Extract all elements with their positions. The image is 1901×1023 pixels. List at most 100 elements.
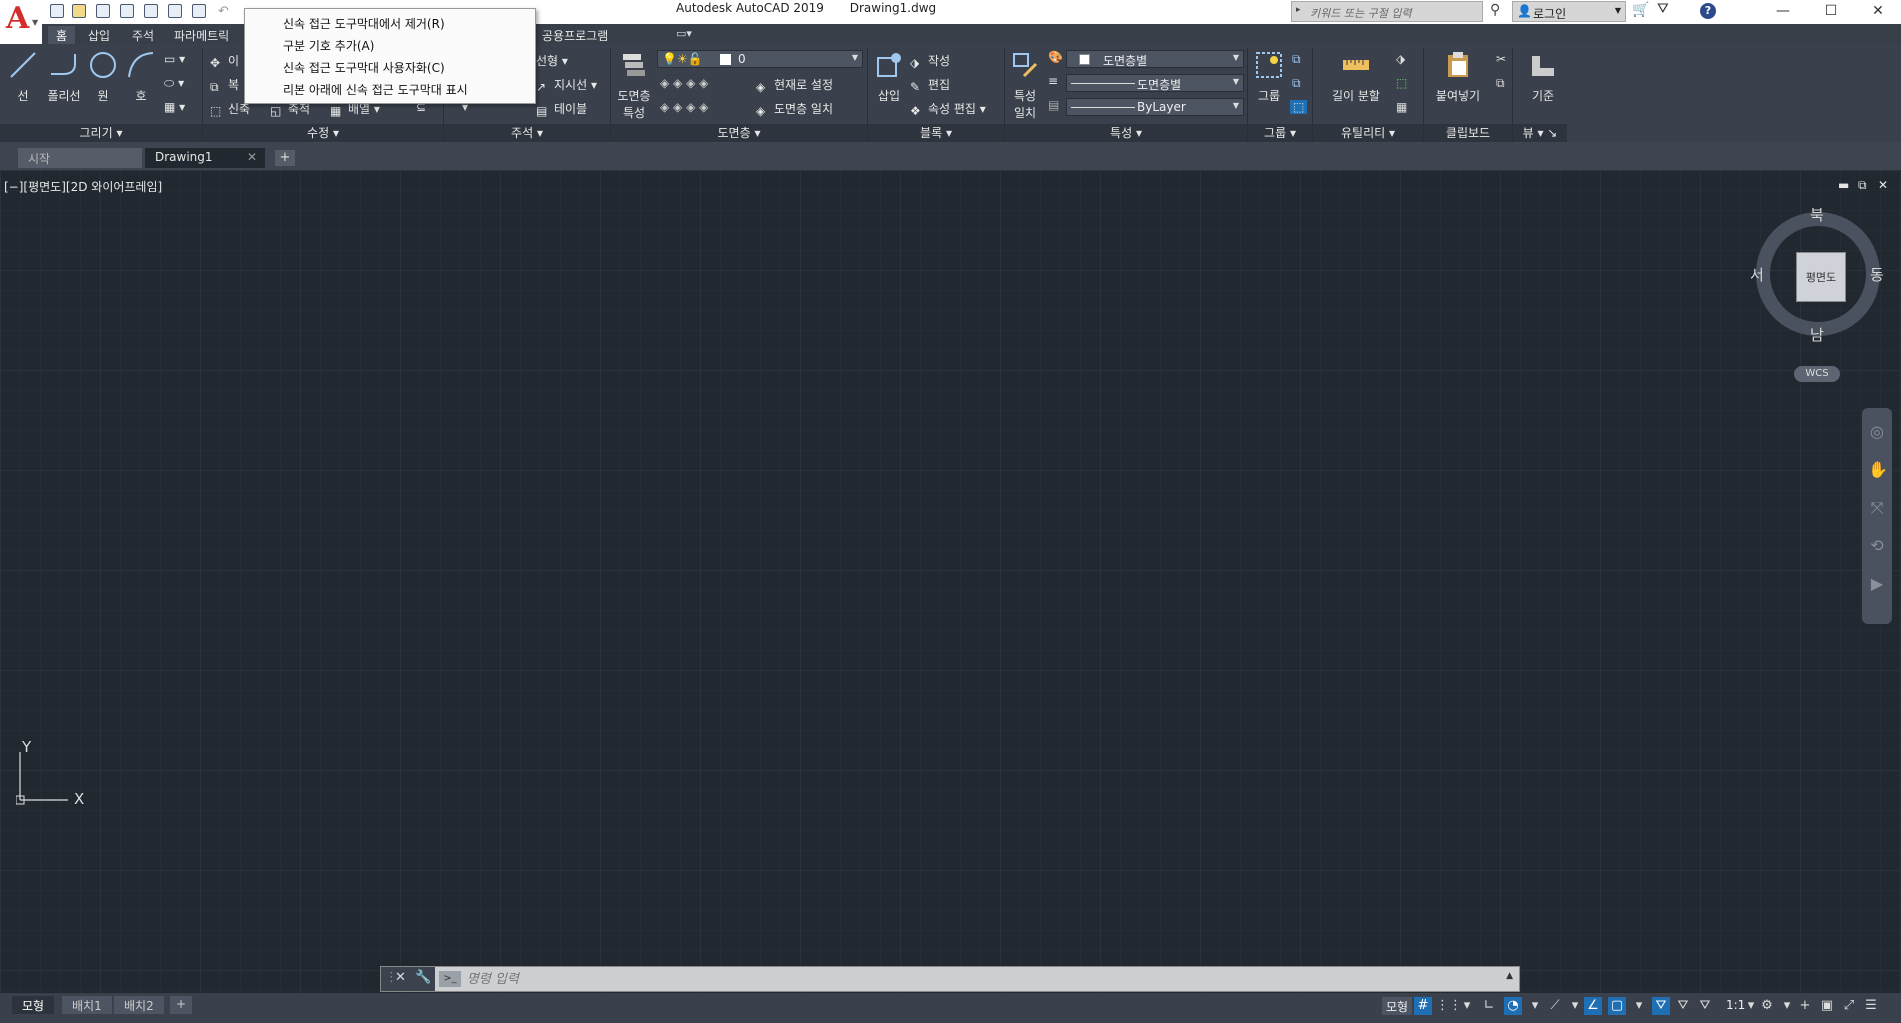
create-block-button[interactable]: ⬗ 작성 <box>910 52 950 70</box>
object-snap-icon[interactable]: ▢ <box>1608 997 1626 1015</box>
plot-icon[interactable] <box>192 4 208 20</box>
panel-toggle-icon[interactable]: ▭▾ <box>676 27 692 40</box>
pan-icon[interactable]: ✋ <box>1868 460 1888 479</box>
base-view-button[interactable]: 기준 <box>1518 50 1568 104</box>
match-layer-button[interactable]: ◈ 도면층 일치 <box>756 100 833 118</box>
layout-tab-2[interactable]: 배치2 <box>114 996 164 1014</box>
close-button[interactable]: ✕ <box>1855 0 1901 24</box>
binoculars-icon[interactable]: ⚲ <box>1490 2 1500 18</box>
clipboard-panel-title[interactable]: 클립보드 <box>1424 124 1512 142</box>
search-field[interactable]: ▸ 키워드 또는 구절 입력 <box>1291 1 1483 22</box>
linetype-dropdown[interactable]: 도면층별 ▼ <box>1066 74 1244 92</box>
grid-icon[interactable]: # <box>1414 997 1432 1015</box>
compass-east[interactable]: 동 <box>1870 264 1884 285</box>
layout-tab-model[interactable]: 모형 <box>12 996 55 1014</box>
ortho-icon[interactable]: ∟ <box>1480 997 1498 1015</box>
group-selection-icon[interactable]: ⬚ <box>1290 100 1308 114</box>
annotation-panel-title[interactable]: 주석 ▾ <box>444 124 610 142</box>
new-tab-button[interactable]: + <box>275 150 295 166</box>
hatch-icon[interactable]: ⬭ ▾ <box>164 76 184 91</box>
properties-panel-title[interactable]: 특성 ▾ <box>1005 124 1247 142</box>
drawing-canvas[interactable]: [−][평면도][2D 와이어프레임] ▬ ⧉ ✕ 평면도 북 남 동 서 WC… <box>0 170 1901 993</box>
layers-panel-title[interactable]: 도면층 ▾ <box>611 124 867 142</box>
ungroup-icon[interactable]: ⧉ <box>1292 52 1301 67</box>
rectangle-icon[interactable]: ▭ ▾ <box>164 52 185 66</box>
view-panel-title[interactable]: 뷰 ▾ ↘ <box>1513 124 1567 142</box>
viewcube-top-face[interactable]: 평면도 <box>1796 252 1846 302</box>
cart-icon[interactable]: 🛒 <box>1632 2 1649 18</box>
tab-start[interactable]: 시작 <box>18 148 142 168</box>
lineweight-dropdown[interactable]: ByLayer ▼ <box>1066 98 1244 116</box>
make-current-button[interactable]: ◈ 현재로 설정 <box>756 76 833 94</box>
gradient-icon[interactable]: ▦ ▾ <box>164 100 185 114</box>
customization-icon[interactable]: ☰ <box>1862 997 1880 1015</box>
layer-tools-row-1[interactable]: ◈ ◈ ◈ ◈ <box>660 76 708 90</box>
tab-home[interactable]: 홈 <box>48 26 76 44</box>
compass-west[interactable]: 서 <box>1750 264 1764 285</box>
select-all-icon[interactable]: ⬚ <box>1396 76 1407 90</box>
color-dropdown[interactable]: 도면층별 ▼ <box>1066 50 1244 68</box>
menu-item-show-below-ribbon[interactable]: 리본 아래에 신속 접근 도구막대 표시 <box>283 81 468 98</box>
draw-panel-title[interactable]: 그리기 ▾ <box>0 124 202 142</box>
viewport-minimize-icon[interactable]: ▬ <box>1838 178 1849 192</box>
steering-wheel-icon[interactable]: ◎ <box>1868 422 1886 441</box>
annotation-monitor-icon[interactable]: + <box>1796 997 1814 1015</box>
auto-scale-icon[interactable]: ⛛ <box>1674 997 1692 1015</box>
compass-north[interactable]: 북 <box>1810 204 1824 225</box>
chevron-down-icon[interactable]: ▾ <box>1458 997 1476 1015</box>
web-mobile-save-icon[interactable] <box>168 4 184 20</box>
layer-properties-button[interactable]: 도면층 특성 <box>614 50 654 121</box>
modify-panel-title[interactable]: 수정 ▾ <box>203 124 443 142</box>
line-button[interactable]: 선 <box>8 50 38 104</box>
viewport-controls-label[interactable]: [−][평면도][2D 와이어프레임] <box>4 178 162 195</box>
insert-block-button[interactable]: 삽입 <box>872 50 906 104</box>
hardware-acceleration-icon[interactable]: ▣ <box>1818 997 1836 1015</box>
help-icon[interactable]: ? <box>1700 3 1716 19</box>
save-icon[interactable] <box>96 4 112 20</box>
compass-south[interactable]: 남 <box>1810 324 1824 345</box>
tab-insert[interactable]: 삽입 <box>80 26 118 44</box>
minimize-button[interactable]: — <box>1760 0 1806 24</box>
match-properties-button[interactable]: 특성 일치 <box>1008 50 1042 121</box>
wcs-menu[interactable]: WCS <box>1794 366 1840 382</box>
circle-button[interactable]: 원 <box>88 50 118 104</box>
maximize-button[interactable]: ☐ <box>1808 0 1854 24</box>
menu-item-remove-from-qat[interactable]: 신속 접근 도구막대에서 제거(R) <box>283 15 445 32</box>
edit-attributes-button[interactable]: ❖ 속성 편집 ▾ <box>910 100 986 118</box>
table-button[interactable]: ▤ 테이블 <box>536 100 587 118</box>
add-layout-button[interactable]: + <box>170 996 193 1014</box>
tab-annotate[interactable]: 주석 <box>124 26 162 44</box>
command-input[interactable] <box>441 968 1481 990</box>
group-edit-icon[interactable]: ⧉ <box>1292 76 1301 91</box>
login-button[interactable]: 👤 로그인 ▼ <box>1512 1 1626 22</box>
layer-tools-row-2[interactable]: ◈ ◈ ◈ ◈ <box>660 100 708 114</box>
tab-utilities[interactable]: 공용프로그램 <box>534 26 616 44</box>
leader-button[interactable]: ↗ 지시선 ▾ <box>536 76 597 94</box>
arc-button[interactable]: 호 <box>126 50 156 104</box>
expand-arrow-icon[interactable]: ▸ <box>1296 5 1301 15</box>
orbit-icon[interactable]: ⟲ <box>1868 536 1886 555</box>
block-panel-title[interactable]: 블록 ▾ <box>868 124 1004 142</box>
snap-icon[interactable]: ⋮⋮ <box>1436 997 1462 1015</box>
group-button[interactable]: 그룹 <box>1252 50 1286 104</box>
web-mobile-open-icon[interactable] <box>144 4 160 20</box>
expand-history-icon[interactable]: ▲ <box>1506 971 1513 981</box>
chevron-down-icon[interactable]: ▾ <box>1526 997 1544 1015</box>
wrench-icon[interactable]: 🔧 <box>415 970 431 985</box>
annotation-visibility-icon[interactable]: ⛛ <box>1652 997 1670 1015</box>
chevron-down-icon[interactable]: ▾ <box>1630 997 1648 1015</box>
copy-button[interactable]: ⧉ 복 <box>210 76 239 94</box>
paste-button[interactable]: 붙여넣기 <box>1428 50 1488 104</box>
cut-icon[interactable]: ✂ <box>1496 52 1506 66</box>
layer-dropdown[interactable]: 💡☀🔓 0 ▼ <box>657 50 863 68</box>
open-file-icon[interactable] <box>72 4 88 20</box>
polar-tracking-icon[interactable]: ◔ <box>1504 997 1522 1015</box>
color-wheel-icon[interactable]: 🎨 <box>1048 50 1063 64</box>
move-button[interactable]: ✥ 이 <box>210 52 239 70</box>
polyline-button[interactable]: 폴리선 <box>44 50 84 104</box>
undo-icon[interactable]: ↶ <box>218 4 234 20</box>
object-snap-tracking-icon[interactable]: ∠ <box>1584 997 1602 1015</box>
viewport-restore-icon[interactable]: ⧉ <box>1858 178 1867 193</box>
quick-select-icon[interactable]: ⬗ <box>1396 52 1405 66</box>
zoom-extents-icon[interactable]: ⤧ <box>1868 498 1886 517</box>
